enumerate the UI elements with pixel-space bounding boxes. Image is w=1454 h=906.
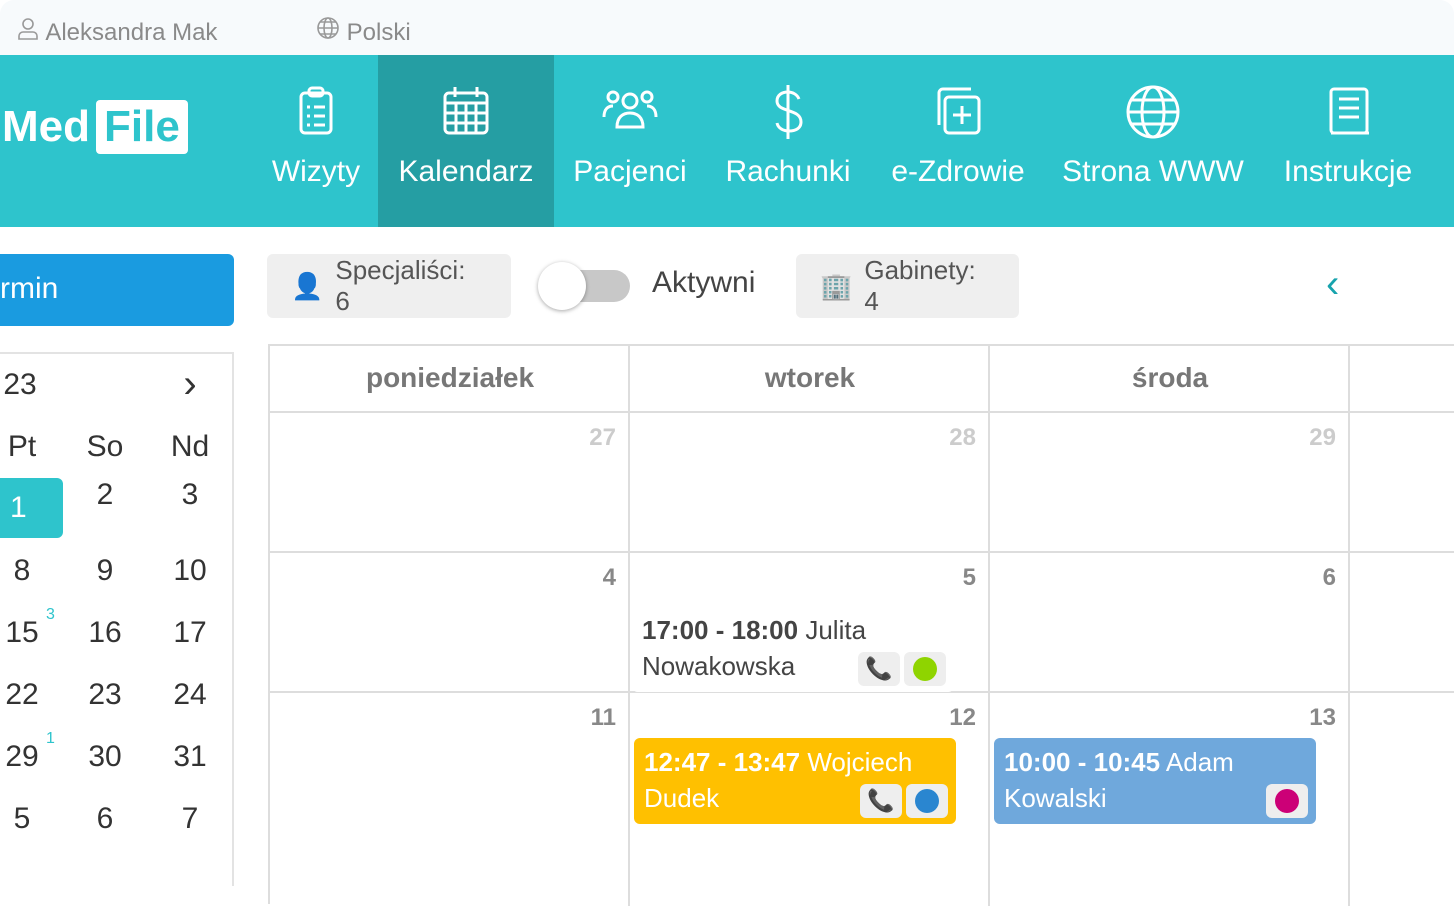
day-number[interactable]: 27 — [556, 424, 616, 452]
nav-label: Strona WWW — [1062, 155, 1244, 188]
globe-icon — [317, 17, 339, 39]
status-dot-icon — [1266, 784, 1308, 818]
phone-icon: 📞 — [860, 784, 902, 818]
active-toggle-label: Aktywni — [652, 266, 756, 299]
weekday-label: Pt — [7, 430, 37, 463]
nav-label: Rachunki — [725, 155, 851, 188]
users-icon — [602, 90, 658, 129]
nav-label: e-Zdrowie — [891, 155, 1025, 188]
day-header: wtorek — [764, 362, 856, 393]
prev-week-button[interactable]: ‹ — [1326, 262, 1339, 307]
day-number[interactable]: 5 — [916, 564, 976, 592]
nav-ezdrowie[interactable]: e-Zdrowie — [870, 55, 1046, 227]
mini-day[interactable]: 23 — [75, 678, 135, 712]
day-number[interactable]: 29 — [1276, 424, 1336, 452]
top-bar: Aleksandra Mak Polski — [0, 0, 1454, 55]
mini-day[interactable]: 1 — [0, 478, 63, 538]
mini-day[interactable]: 10 — [160, 554, 220, 588]
mini-day[interactable]: 31 — [160, 740, 220, 774]
mini-day[interactable]: 15 — [0, 616, 52, 650]
appointment-count-badge: 3 — [46, 606, 55, 623]
user-name: Aleksandra Mak — [45, 19, 218, 46]
day-number[interactable]: 12 — [916, 704, 976, 732]
mini-day[interactable]: 3 — [160, 478, 220, 512]
mini-day[interactable]: 16 — [75, 616, 135, 650]
mini-day[interactable]: 8 — [0, 554, 52, 588]
mini-month-label: 23 — [3, 368, 37, 401]
event-time: 10:00 - 10:45 — [1004, 747, 1161, 777]
nav-rachunki[interactable]: Rachunki — [706, 55, 870, 227]
calendar-icon — [443, 87, 489, 135]
appointment-event[interactable]: 12:47 - 13:47 Wojciech Dudek 📞 — [634, 738, 956, 824]
nav-kalendarz[interactable]: Kalendarz — [378, 55, 554, 227]
nav-pacjenci[interactable]: Pacjenci — [554, 55, 706, 227]
phone-icon: 📞 — [858, 652, 900, 686]
mini-calendar: 23 › Pt So Nd 1 2 3 8 9 10 15 3 16 17 22 23 24 29 1 30 31 5 6… — [0, 352, 234, 886]
specialists-filter[interactable]: 👤 Specjaliści: 6 — [267, 254, 511, 318]
mini-day[interactable]: 17 — [160, 616, 220, 650]
appointment-count-badge: 1 — [46, 730, 55, 747]
logo-text: Med — [2, 102, 90, 151]
day-header: środa — [1131, 362, 1209, 393]
mini-day[interactable]: 5 — [0, 802, 52, 836]
specialists-label: Specjaliści: 6 — [335, 255, 466, 316]
doctor-icon: 👤 — [291, 270, 324, 301]
mini-day[interactable]: 30 — [75, 740, 135, 774]
weekday-label: Nd — [170, 430, 210, 463]
day-header: poniedziałek — [365, 362, 535, 393]
medical-copy-icon — [937, 87, 981, 135]
user-icon — [18, 18, 38, 40]
nav-instrukcje[interactable]: Instrukcje — [1262, 55, 1434, 227]
rooms-label: Gabinety: 4 — [864, 255, 976, 316]
event-time: 12:47 - 13:47 — [644, 747, 801, 777]
language-label: Polski — [346, 19, 411, 46]
mini-day[interactable]: 24 — [160, 678, 220, 712]
mini-day[interactable]: 22 — [0, 678, 52, 712]
mini-day[interactable]: 7 — [160, 802, 220, 836]
next-month-button[interactable]: › — [160, 362, 220, 407]
logo[interactable]: Med File — [2, 100, 188, 154]
logo-text-file: File — [96, 100, 188, 154]
language-menu[interactable]: Polski — [316, 16, 411, 47]
weekday-label: So — [86, 430, 124, 463]
nav-label: Pacjenci — [573, 155, 687, 188]
building-icon: 🏢 — [820, 270, 853, 301]
main-nav: Med File Wizyty Kalendarz Pacjenci Rachunki e… — [0, 55, 1454, 227]
mini-day[interactable]: 9 — [75, 554, 135, 588]
nav-label: Wizyty — [271, 155, 361, 188]
event-time: 17:00 - 18:00 — [642, 615, 799, 645]
day-number[interactable]: 13 — [1276, 704, 1336, 732]
day-number[interactable]: 28 — [916, 424, 976, 452]
new-appointment-button[interactable]: rmin — [0, 254, 234, 326]
nav-label: Instrukcje — [1283, 155, 1413, 188]
status-dot-icon — [906, 784, 948, 818]
clipboard-icon — [299, 86, 333, 135]
nav-label: Kalendarz — [398, 155, 534, 188]
globe-icon — [1126, 85, 1180, 139]
appointment-event[interactable]: 17:00 - 18:00 Julita Nowakowska 📞 — [632, 606, 954, 692]
day-number[interactable]: 6 — [1276, 564, 1336, 592]
rooms-filter[interactable]: 🏢 Gabinety: 4 — [796, 254, 1019, 318]
appointment-event[interactable]: 10:00 - 10:45 Adam Kowalski — [994, 738, 1316, 824]
day-number[interactable]: 4 — [556, 564, 616, 592]
day-number[interactable]: 11 — [556, 704, 616, 732]
active-toggle[interactable] — [538, 262, 630, 310]
nav-wizyty[interactable]: Wizyty — [258, 55, 374, 227]
mini-day[interactable]: 29 — [0, 740, 52, 774]
calendar-grid: poniedziałek wtorek środa 27 28 29 4 5 6 11 12 13 17… — [268, 344, 1454, 906]
dollar-icon — [775, 85, 803, 139]
mini-day[interactable]: 6 — [75, 802, 135, 836]
status-dot-icon — [904, 652, 946, 686]
nav-stronawww[interactable]: Strona WWW — [1046, 55, 1260, 227]
mini-day[interactable]: 2 — [75, 478, 135, 512]
user-menu[interactable]: Aleksandra Mak — [16, 16, 217, 47]
book-icon — [1329, 87, 1369, 135]
